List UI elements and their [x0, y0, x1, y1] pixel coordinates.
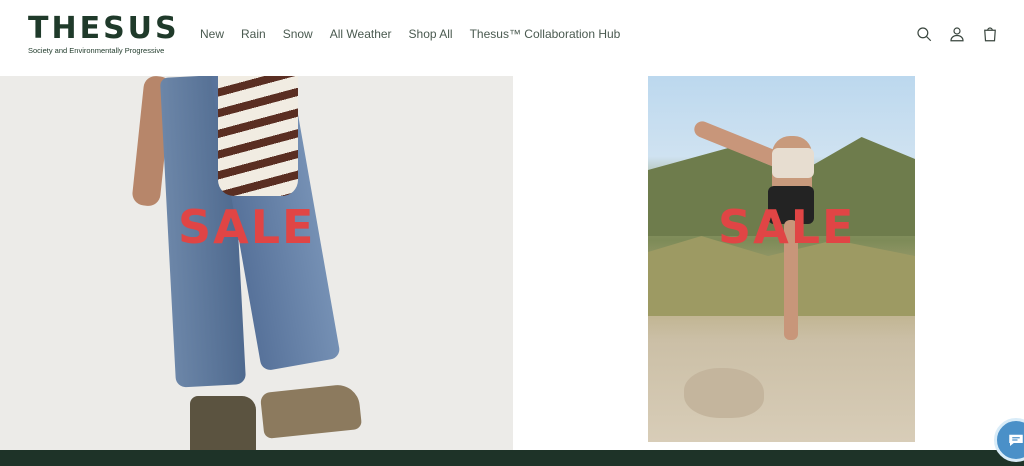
search-button[interactable]: [914, 24, 934, 44]
header-icons: [914, 24, 1000, 44]
sale-label-right: SALE: [718, 200, 856, 254]
chat-icon: [1009, 434, 1023, 446]
cart-button[interactable]: [980, 24, 1000, 44]
boot-right: [259, 383, 363, 439]
site-header: THESUS Society and Environmentally Progr…: [0, 0, 1024, 76]
rock: [684, 368, 764, 418]
cart-icon: [984, 27, 996, 42]
nav-item-collaboration-hub[interactable]: Thesus™ Collaboration Hub: [470, 27, 621, 41]
striped-scarf: [218, 76, 298, 196]
nav-item-all-weather[interactable]: All Weather: [330, 27, 392, 41]
nav-item-rain[interactable]: Rain: [241, 27, 266, 41]
hero-left-banner[interactable]: SALE: [0, 76, 513, 450]
model-top: [772, 148, 814, 178]
nav-item-new[interactable]: New: [200, 27, 224, 41]
hero-right-photo[interactable]: SALE: [648, 76, 915, 442]
search-icon: [917, 27, 932, 42]
account-button[interactable]: [947, 24, 967, 44]
sale-label-left: SALE: [178, 200, 316, 254]
brand-name: THESUS: [28, 11, 180, 46]
nav-item-snow[interactable]: Snow: [283, 27, 313, 41]
brand-logo[interactable]: THESUS Society and Environmentally Progr…: [28, 14, 178, 58]
account-icon: [950, 27, 964, 42]
footer-bar: [0, 450, 1024, 466]
main-nav: New Rain Snow All Weather Shop All Thesu…: [200, 27, 637, 41]
nav-item-shop-all[interactable]: Shop All: [409, 27, 453, 41]
boot-left: [190, 396, 256, 450]
brand-tagline: Society and Environmentally Progressive: [28, 46, 165, 55]
hero-right-banner: SALE: [513, 76, 1024, 450]
